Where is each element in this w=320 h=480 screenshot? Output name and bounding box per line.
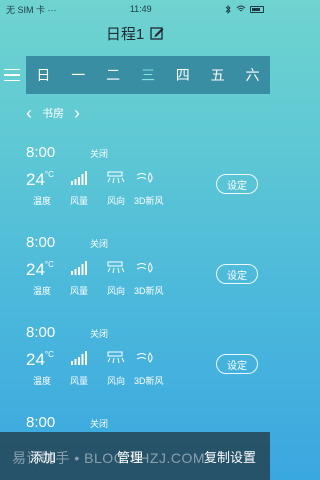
- label-fresh-air: 3D新风: [134, 196, 164, 206]
- temperature-value: 24°C: [26, 350, 54, 369]
- label-fresh-air: 3D新风: [134, 286, 164, 296]
- label-temperature: 温度: [33, 286, 52, 296]
- label-fan: 风量: [70, 196, 89, 206]
- tab-thursday[interactable]: 四: [176, 65, 190, 85]
- temperature-value: 24°C: [26, 260, 54, 279]
- copy-settings-button[interactable]: 复制设置: [204, 447, 256, 466]
- fan-level-icon: [71, 351, 87, 365]
- fresh-air-icon: [136, 352, 153, 363]
- clock: 11:49: [129, 4, 152, 14]
- tab-tuesday[interactable]: 二: [106, 65, 120, 85]
- set-button[interactable]: 设定: [216, 174, 258, 194]
- fan-level-icon: [71, 261, 87, 275]
- fan-level-icon: [71, 171, 87, 185]
- room-selector: ‹ 书房 ›: [26, 104, 80, 122]
- schedule-time: 8:00: [26, 144, 56, 161]
- page-title: 日程1: [105, 25, 145, 43]
- menu-icon[interactable]: [0, 56, 26, 94]
- edit-icon[interactable]: [150, 26, 164, 40]
- schedule-item: 8:00 关闭 24°C 温度 风量 风向 3D新风 设定: [0, 144, 270, 230]
- weekday-tabs: 日 一 二 三 四 五 六: [26, 56, 270, 94]
- week-row: 日 一 二 三 四 五 六: [0, 56, 270, 94]
- fresh-air-icon: [136, 262, 153, 273]
- schedule-status: 关闭: [90, 149, 109, 159]
- set-button[interactable]: 设定: [216, 264, 258, 284]
- label-temperature: 温度: [33, 196, 52, 206]
- header: 日程1: [0, 18, 270, 48]
- watermark: 易评助手 • BLOG.SHZJ.COM: [12, 450, 206, 466]
- set-button[interactable]: 设定: [216, 354, 258, 374]
- wind-direction-icon: [107, 171, 125, 184]
- room-name: 书房: [42, 108, 64, 120]
- status-bar: 无 SIM 卡 ··· 11:49: [0, 0, 270, 18]
- schedule-status: 关闭: [90, 239, 109, 249]
- schedule-time: 8:00: [26, 324, 56, 341]
- label-temperature: 温度: [33, 376, 52, 386]
- label-fan: 风量: [70, 286, 89, 296]
- schedule-time: 8:00: [26, 234, 56, 251]
- schedule-status: 关闭: [90, 419, 109, 429]
- schedule-item: 8:00 关闭 24°C 温度 风量 风向 3D新风 设定: [0, 234, 270, 320]
- chevron-left-icon[interactable]: ‹: [26, 104, 32, 122]
- label-direction: 风向: [107, 286, 126, 296]
- wind-direction-icon: [107, 261, 125, 274]
- tab-friday[interactable]: 五: [211, 65, 225, 85]
- tab-monday[interactable]: 一: [71, 65, 85, 85]
- tab-wednesday[interactable]: 三: [141, 65, 155, 85]
- fresh-air-icon: [136, 172, 153, 183]
- wifi-icon: [236, 5, 246, 12]
- label-direction: 风向: [107, 196, 126, 206]
- chevron-right-icon[interactable]: ›: [74, 104, 80, 122]
- label-fresh-air: 3D新风: [134, 376, 164, 386]
- label-fan: 风量: [70, 376, 89, 386]
- label-direction: 风向: [107, 376, 126, 386]
- wind-direction-icon: [107, 351, 125, 364]
- battery-icon: [249, 5, 264, 13]
- carrier-label: 无 SIM 卡 ···: [6, 4, 57, 15]
- temperature-value: 24°C: [26, 170, 54, 189]
- tab-sunday[interactable]: 日: [36, 65, 50, 85]
- schedule-time: 8:00: [26, 414, 56, 431]
- bluetooth-icon: [225, 4, 231, 14]
- schedule-status: 关闭: [90, 329, 109, 339]
- schedule-item: 8:00 关闭 24°C 温度 风量 风向 3D新风 设定: [0, 324, 270, 410]
- tab-saturday[interactable]: 六: [245, 65, 259, 85]
